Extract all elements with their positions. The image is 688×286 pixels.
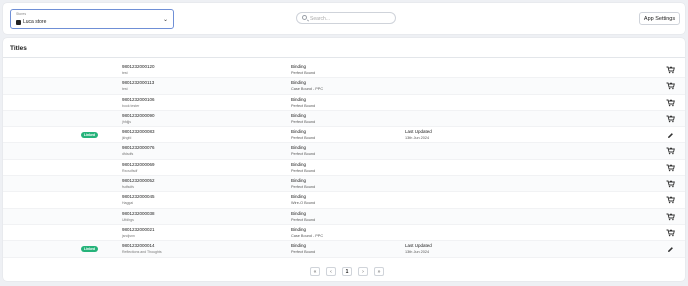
binding-value: Perfect Bound	[291, 152, 316, 157]
pagination: « ‹ 1 › »	[310, 267, 384, 276]
title-subtitle: dfdsdfs	[122, 152, 134, 157]
binding-label: Binding	[291, 178, 307, 184]
binding-value: Case Bound - PPC	[291, 87, 324, 92]
title-subtitle: Reflections and Thoughts	[122, 250, 162, 255]
title-subtitle: fsdfsdfs	[122, 185, 135, 190]
title-subtitle: book tester	[122, 103, 140, 108]
binding-value: Case Bound - PPC	[291, 233, 324, 238]
cart-add-icon[interactable]	[665, 179, 675, 189]
title-subtitle: jsndjsnn	[122, 233, 135, 238]
last-page-button[interactable]: »	[374, 267, 384, 276]
title-isbn: 9801232000106	[122, 96, 155, 102]
titles-heading: Titles	[10, 45, 27, 52]
title-isbn: 9801232000113	[122, 80, 155, 86]
title-isbn: 9801232000014	[122, 243, 155, 249]
table-row: Linked 9801232000083 jkhgfd Binding Perfect …	[3, 127, 685, 144]
title-isbn: 9801232000083	[122, 129, 155, 135]
cart-add-icon[interactable]	[665, 212, 675, 222]
table-row: 9801232000052 fsdfsdfs Binding Perfect Boun…	[3, 176, 685, 193]
pencil-edit-icon[interactable]	[665, 130, 675, 140]
cart-add-icon[interactable]	[665, 146, 675, 156]
binding-value: Wire-O Bound	[291, 201, 316, 206]
table-row: 9801232000021 jsndjsnn Binding Case Bound -…	[3, 225, 685, 242]
store-select-caption: Stores	[16, 12, 27, 16]
panel-divider	[3, 57, 685, 58]
cart-add-icon[interactable]	[665, 65, 675, 75]
last-updated-value: 13th Jun 2024	[405, 136, 430, 141]
first-page-button[interactable]: «	[310, 267, 320, 276]
app-settings-button[interactable]: App Settings	[639, 12, 680, 25]
binding-value: Perfect Bound	[291, 168, 316, 173]
title-isbn: 9801232000052	[122, 178, 155, 184]
binding-value: Perfect Bound	[291, 250, 316, 255]
binding-label: Binding	[291, 129, 307, 135]
title-subtitle: jhfdjjs	[122, 119, 131, 124]
binding-label: Binding	[291, 96, 307, 102]
binding-value: Perfect Bound	[291, 71, 316, 75]
table-row: 9801232000113 test Binding Case Bound - PPC	[3, 78, 685, 95]
binding-value: Perfect Bound	[291, 185, 316, 190]
table-row: 9801232000045 Haggai Binding Wire-O Bound	[3, 192, 685, 209]
binding-label: Binding	[291, 226, 307, 232]
title-isbn: 9801232000120	[122, 64, 155, 69]
title-subtitle: test	[122, 87, 128, 92]
current-page-button[interactable]: 1	[342, 267, 352, 276]
binding-label: Binding	[291, 210, 307, 216]
title-isbn: 9801232000069	[122, 161, 155, 167]
table-row: 9801232000120 test Binding Perfect Bound	[3, 62, 685, 79]
title-subtitle: Haggai	[122, 201, 134, 206]
last-updated-value: 13th Jun 2024	[405, 250, 430, 255]
cart-add-icon[interactable]	[665, 98, 675, 108]
table-row: 9801232000038 Uifdhgs Binding Perfect Bound	[3, 208, 685, 225]
next-page-button[interactable]: ›	[358, 267, 368, 276]
store-select[interactable]: Stores Luca store ⌄	[10, 9, 174, 29]
title-subtitle: Rxcsdfsdf	[122, 168, 138, 173]
title-subtitle: jkhgfd	[122, 136, 132, 141]
cart-add-icon[interactable]	[665, 195, 675, 205]
title-subtitle: test	[122, 71, 128, 75]
last-updated-label: Last Updated	[405, 129, 432, 135]
binding-label: Binding	[291, 80, 307, 86]
binding-label: Binding	[291, 243, 307, 249]
binding-label: Binding	[291, 64, 307, 69]
binding-label: Binding	[291, 112, 307, 118]
chevron-down-icon[interactable]: ⌄	[163, 16, 168, 23]
binding-label: Binding	[291, 145, 307, 151]
title-subtitle: Uifdhgs	[122, 217, 134, 222]
table-row: 9801232000076 dfdsdfs Binding Perfect Bound	[3, 143, 685, 160]
title-isbn: 9801232000038	[122, 210, 155, 216]
binding-value: Perfect Bound	[291, 217, 316, 222]
title-isbn: 9801232000021	[122, 226, 155, 232]
table-row: Linked 9801232000014 Reflections and Thoug…	[3, 241, 685, 258]
table-row: 9801232000106 book tester Binding Perfect B…	[3, 95, 685, 111]
title-isbn: 9801232000076	[122, 145, 155, 151]
search-icon	[302, 15, 307, 20]
binding-label: Binding	[291, 194, 307, 200]
pencil-edit-icon[interactable]	[665, 244, 675, 254]
prev-page-button[interactable]: ‹	[326, 267, 336, 276]
title-isbn: 9801232000090	[122, 112, 155, 118]
cart-add-icon[interactable]	[665, 228, 675, 238]
titles-panel: Titles 9801232000120 test Binding Perfect B…	[3, 38, 685, 281]
linked-badge: Linked	[81, 246, 98, 253]
store-icon	[16, 20, 21, 25]
search-box[interactable]	[296, 12, 396, 24]
cart-add-icon[interactable]	[665, 114, 675, 124]
table-row: 9801232000069 Rxcsdfsdf Binding Perfect Bou…	[3, 160, 685, 177]
cart-add-icon[interactable]	[665, 163, 675, 173]
binding-value: Perfect Bound	[291, 136, 316, 141]
search-input[interactable]	[310, 14, 392, 23]
top-bar: Stores Luca store ⌄ App Settings	[3, 3, 685, 34]
last-updated-label: Last Updated	[405, 243, 432, 249]
binding-label: Binding	[291, 161, 307, 167]
linked-badge: Linked	[81, 132, 98, 139]
binding-value: Perfect Bound	[291, 103, 316, 108]
store-select-value: Luca store	[23, 19, 47, 25]
table-row: 9801232000090 jhfdjjs Binding Perfect Bound	[3, 110, 685, 128]
cart-add-icon[interactable]	[665, 81, 675, 91]
titles-list: 9801232000120 test Binding Perfect Bound 980…	[3, 62, 685, 258]
title-isbn: 9801232000045	[122, 194, 155, 200]
binding-value: Perfect Bound	[291, 119, 316, 124]
